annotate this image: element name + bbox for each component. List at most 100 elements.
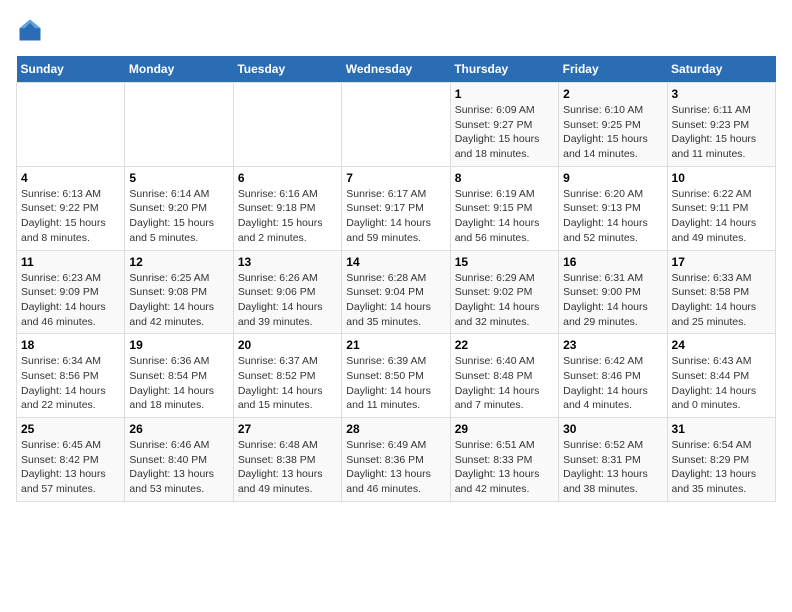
day-header-sunday: Sunday bbox=[17, 56, 125, 83]
day-info: Sunrise: 6:52 AM Sunset: 8:31 PM Dayligh… bbox=[563, 438, 662, 497]
day-cell: 1 Sunrise: 6:09 AM Sunset: 9:27 PM Daylig… bbox=[450, 83, 558, 167]
day-cell: 28 Sunrise: 6:49 AM Sunset: 8:36 PM Dayli… bbox=[342, 418, 450, 502]
day-cell: 10 Sunrise: 6:22 AM Sunset: 9:11 PM Dayli… bbox=[667, 166, 775, 250]
day-cell bbox=[17, 83, 125, 167]
logo-icon bbox=[16, 16, 44, 44]
day-cell: 11 Sunrise: 6:23 AM Sunset: 9:09 PM Dayli… bbox=[17, 250, 125, 334]
day-header-wednesday: Wednesday bbox=[342, 56, 450, 83]
header bbox=[16, 16, 776, 44]
day-number: 2 bbox=[563, 87, 662, 101]
day-info: Sunrise: 6:11 AM Sunset: 9:23 PM Dayligh… bbox=[672, 103, 771, 162]
day-number: 28 bbox=[346, 422, 445, 436]
day-number: 31 bbox=[672, 422, 771, 436]
day-number: 14 bbox=[346, 255, 445, 269]
day-info: Sunrise: 6:31 AM Sunset: 9:00 PM Dayligh… bbox=[563, 271, 662, 330]
day-number: 26 bbox=[129, 422, 228, 436]
day-cell: 20 Sunrise: 6:37 AM Sunset: 8:52 PM Dayli… bbox=[233, 334, 341, 418]
day-cell: 7Sunrise: 6:17 AM Sunset: 9:17 PM Daylig… bbox=[342, 166, 450, 250]
day-number: 1 bbox=[455, 87, 554, 101]
week-row-1: 1 Sunrise: 6:09 AM Sunset: 9:27 PM Daylig… bbox=[17, 83, 776, 167]
day-number: 20 bbox=[238, 338, 337, 352]
day-number: 10 bbox=[672, 171, 771, 185]
day-number: 6 bbox=[238, 171, 337, 185]
day-cell bbox=[342, 83, 450, 167]
day-info: Sunrise: 6:13 AM Sunset: 9:22 PM Dayligh… bbox=[21, 187, 120, 246]
day-number: 4 bbox=[21, 171, 120, 185]
day-info: Sunrise: 6:22 AM Sunset: 9:11 PM Dayligh… bbox=[672, 187, 771, 246]
day-number: 5 bbox=[129, 171, 228, 185]
day-number: 27 bbox=[238, 422, 337, 436]
week-row-4: 18 Sunrise: 6:34 AM Sunset: 8:56 PM Dayli… bbox=[17, 334, 776, 418]
day-number: 18 bbox=[21, 338, 120, 352]
day-cell: 21 Sunrise: 6:39 AM Sunset: 8:50 PM Dayli… bbox=[342, 334, 450, 418]
logo bbox=[16, 16, 48, 44]
day-cell: 18 Sunrise: 6:34 AM Sunset: 8:56 PM Dayli… bbox=[17, 334, 125, 418]
day-header-tuesday: Tuesday bbox=[233, 56, 341, 83]
day-cell: 4 Sunrise: 6:13 AM Sunset: 9:22 PM Daylig… bbox=[17, 166, 125, 250]
day-cell bbox=[125, 83, 233, 167]
day-cell: 19 Sunrise: 6:36 AM Sunset: 8:54 PM Dayli… bbox=[125, 334, 233, 418]
week-row-3: 11 Sunrise: 6:23 AM Sunset: 9:09 PM Dayli… bbox=[17, 250, 776, 334]
day-info: Sunrise: 6:09 AM Sunset: 9:27 PM Dayligh… bbox=[455, 103, 554, 162]
day-number: 19 bbox=[129, 338, 228, 352]
day-info: Sunrise: 6:42 AM Sunset: 8:46 PM Dayligh… bbox=[563, 354, 662, 413]
day-number: 13 bbox=[238, 255, 337, 269]
day-header-monday: Monday bbox=[125, 56, 233, 83]
day-number: 30 bbox=[563, 422, 662, 436]
day-number: 23 bbox=[563, 338, 662, 352]
day-cell: 2 Sunrise: 6:10 AM Sunset: 9:25 PM Daylig… bbox=[559, 83, 667, 167]
day-info: Sunrise: 6:19 AM Sunset: 9:15 PM Dayligh… bbox=[455, 187, 554, 246]
day-number: 7 bbox=[346, 171, 445, 185]
day-number: 29 bbox=[455, 422, 554, 436]
day-info: Sunrise: 6:45 AM Sunset: 8:42 PM Dayligh… bbox=[21, 438, 120, 497]
day-info: Sunrise: 6:23 AM Sunset: 9:09 PM Dayligh… bbox=[21, 271, 120, 330]
day-cell: 23 Sunrise: 6:42 AM Sunset: 8:46 PM Dayli… bbox=[559, 334, 667, 418]
day-cell: 13 Sunrise: 6:26 AM Sunset: 9:06 PM Dayli… bbox=[233, 250, 341, 334]
day-number: 3 bbox=[672, 87, 771, 101]
day-info: Sunrise: 6:43 AM Sunset: 8:44 PM Dayligh… bbox=[672, 354, 771, 413]
day-cell: 30 Sunrise: 6:52 AM Sunset: 8:31 PM Dayli… bbox=[559, 418, 667, 502]
week-row-5: 25 Sunrise: 6:45 AM Sunset: 8:42 PM Dayli… bbox=[17, 418, 776, 502]
day-cell: 29Sunrise: 6:51 AM Sunset: 8:33 PM Dayli… bbox=[450, 418, 558, 502]
day-info: Sunrise: 6:49 AM Sunset: 8:36 PM Dayligh… bbox=[346, 438, 445, 497]
week-row-2: 4 Sunrise: 6:13 AM Sunset: 9:22 PM Daylig… bbox=[17, 166, 776, 250]
day-info: Sunrise: 6:36 AM Sunset: 8:54 PM Dayligh… bbox=[129, 354, 228, 413]
day-cell: 17Sunrise: 6:33 AM Sunset: 8:58 PM Dayli… bbox=[667, 250, 775, 334]
day-info: Sunrise: 6:54 AM Sunset: 8:29 PM Dayligh… bbox=[672, 438, 771, 497]
day-info: Sunrise: 6:25 AM Sunset: 9:08 PM Dayligh… bbox=[129, 271, 228, 330]
day-cell: 24Sunrise: 6:43 AM Sunset: 8:44 PM Dayli… bbox=[667, 334, 775, 418]
day-number: 16 bbox=[563, 255, 662, 269]
day-info: Sunrise: 6:14 AM Sunset: 9:20 PM Dayligh… bbox=[129, 187, 228, 246]
day-number: 9 bbox=[563, 171, 662, 185]
day-number: 25 bbox=[21, 422, 120, 436]
day-info: Sunrise: 6:39 AM Sunset: 8:50 PM Dayligh… bbox=[346, 354, 445, 413]
day-cell: 5 Sunrise: 6:14 AM Sunset: 9:20 PM Daylig… bbox=[125, 166, 233, 250]
day-info: Sunrise: 6:16 AM Sunset: 9:18 PM Dayligh… bbox=[238, 187, 337, 246]
day-cell bbox=[233, 83, 341, 167]
day-cell: 6 Sunrise: 6:16 AM Sunset: 9:18 PM Daylig… bbox=[233, 166, 341, 250]
day-info: Sunrise: 6:28 AM Sunset: 9:04 PM Dayligh… bbox=[346, 271, 445, 330]
day-cell: 9Sunrise: 6:20 AM Sunset: 9:13 PM Daylig… bbox=[559, 166, 667, 250]
day-info: Sunrise: 6:37 AM Sunset: 8:52 PM Dayligh… bbox=[238, 354, 337, 413]
day-cell: 26Sunrise: 6:46 AM Sunset: 8:40 PM Dayli… bbox=[125, 418, 233, 502]
day-cell: 8 Sunrise: 6:19 AM Sunset: 9:15 PM Daylig… bbox=[450, 166, 558, 250]
day-cell: 25 Sunrise: 6:45 AM Sunset: 8:42 PM Dayli… bbox=[17, 418, 125, 502]
day-number: 21 bbox=[346, 338, 445, 352]
day-header-saturday: Saturday bbox=[667, 56, 775, 83]
day-info: Sunrise: 6:29 AM Sunset: 9:02 PM Dayligh… bbox=[455, 271, 554, 330]
day-cell: 14 Sunrise: 6:28 AM Sunset: 9:04 PM Dayli… bbox=[342, 250, 450, 334]
day-cell: 12Sunrise: 6:25 AM Sunset: 9:08 PM Dayli… bbox=[125, 250, 233, 334]
day-number: 8 bbox=[455, 171, 554, 185]
day-header-thursday: Thursday bbox=[450, 56, 558, 83]
day-info: Sunrise: 6:34 AM Sunset: 8:56 PM Dayligh… bbox=[21, 354, 120, 413]
day-info: Sunrise: 6:26 AM Sunset: 9:06 PM Dayligh… bbox=[238, 271, 337, 330]
day-header-friday: Friday bbox=[559, 56, 667, 83]
calendar-table: SundayMondayTuesdayWednesdayThursdayFrid… bbox=[16, 56, 776, 502]
day-info: Sunrise: 6:48 AM Sunset: 8:38 PM Dayligh… bbox=[238, 438, 337, 497]
day-cell: 22Sunrise: 6:40 AM Sunset: 8:48 PM Dayli… bbox=[450, 334, 558, 418]
day-number: 11 bbox=[21, 255, 120, 269]
day-cell: 31 Sunrise: 6:54 AM Sunset: 8:29 PM Dayli… bbox=[667, 418, 775, 502]
day-number: 17 bbox=[672, 255, 771, 269]
day-info: Sunrise: 6:40 AM Sunset: 8:48 PM Dayligh… bbox=[455, 354, 554, 413]
day-info: Sunrise: 6:10 AM Sunset: 9:25 PM Dayligh… bbox=[563, 103, 662, 162]
